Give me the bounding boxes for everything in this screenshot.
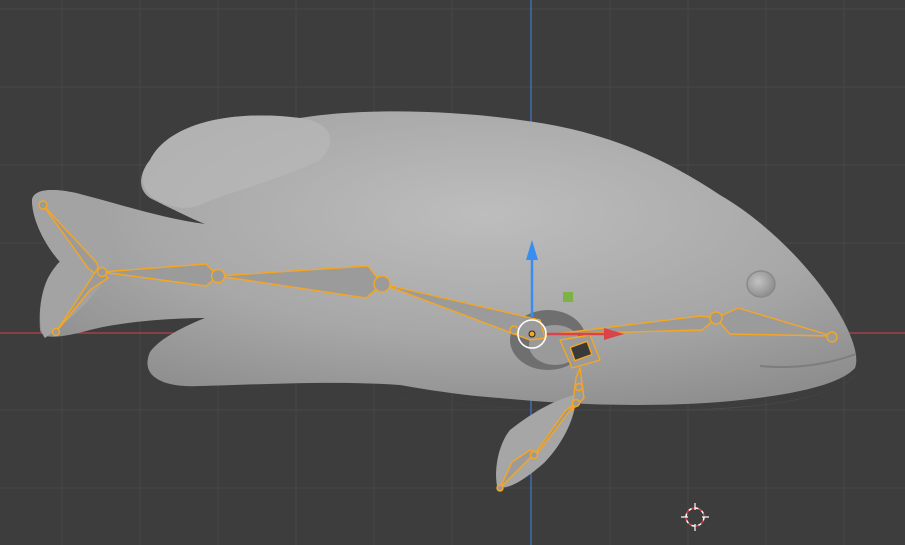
- joint[interactable]: [571, 398, 581, 408]
- 3d-viewport[interactable]: [0, 0, 905, 545]
- joint[interactable]: [509, 325, 519, 335]
- gizmo-y-handle[interactable]: [563, 292, 573, 302]
- joint[interactable]: [529, 450, 539, 460]
- joint[interactable]: [574, 382, 584, 392]
- joint[interactable]: [38, 200, 48, 210]
- joint[interactable]: [496, 484, 504, 492]
- gizmo-pivot-dot[interactable]: [528, 330, 536, 338]
- joint[interactable]: [210, 268, 226, 284]
- joint[interactable]: [826, 331, 838, 343]
- joint[interactable]: [96, 266, 108, 278]
- joint[interactable]: [373, 275, 391, 293]
- 3d-cursor-icon[interactable]: [681, 503, 709, 531]
- joint[interactable]: [709, 311, 723, 325]
- joint[interactable]: [51, 327, 61, 337]
